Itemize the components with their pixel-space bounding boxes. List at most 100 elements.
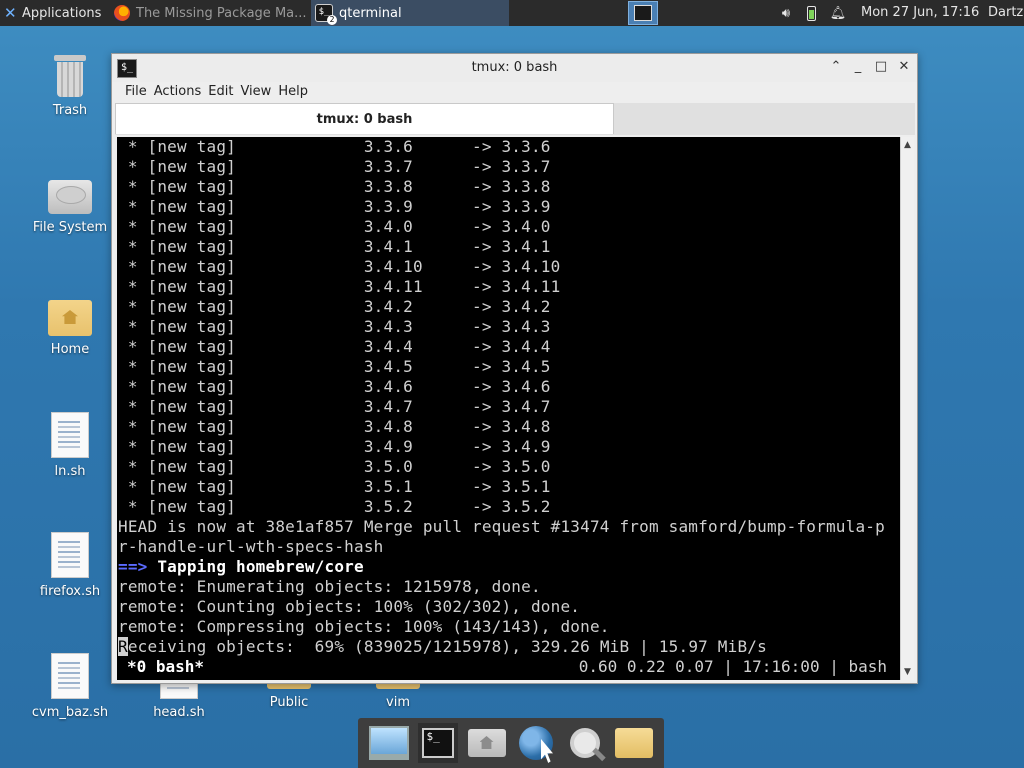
xfce-logo-icon: ✕ [4,4,17,22]
trash-icon [54,55,86,97]
maximize-button[interactable]: □ [872,58,890,76]
terminal-line: * [new tag] 3.5.0 -> 3.5.0 [118,457,551,476]
desktop-icon-label: Home [50,342,90,357]
workspace-switcher[interactable] [628,1,658,25]
scroll-up-arrow-icon[interactable]: ▲ [901,138,914,152]
taskbar-item-firefox[interactable]: The Missing Package Ma... [110,0,310,26]
close-button[interactable]: ✕ [895,58,913,76]
dock-search[interactable] [565,723,605,763]
terminal-line: ==> Tapping homebrew/core [118,557,885,577]
desktop-icon-home[interactable]: Home [20,300,120,357]
terminal-line: remote: Compressing objects: 100% (143/1… [118,617,610,636]
home-folder-icon [48,300,92,336]
desktop-icon-label: Trash [52,103,88,118]
desktop-icon-label: ln.sh [54,464,86,479]
terminal-line: HEAD is now at 38e1af857 Merge pull requ… [118,517,885,536]
desktop-icon-file-system[interactable]: File System [20,180,120,235]
terminal-line: * [new tag] 3.4.1 -> 3.4.1 [118,237,551,256]
file-manager-icon [614,728,653,758]
menu-bar: File Actions Edit View Help [112,82,917,104]
task-label: qterminal [339,5,402,21]
terminal-lines: * [new tag] 3.3.6 -> 3.3.6 * [new tag] 3… [118,137,885,657]
dock: $_ [358,718,664,768]
applications-menu[interactable]: ✕ Applications [0,0,108,26]
terminal-line: * [new tag] 3.5.2 -> 3.5.2 [118,497,551,516]
terminal-line: * [new tag] 3.4.9 -> 3.4.9 [118,437,551,456]
terminal-line: * [new tag] 3.4.2 -> 3.4.2 [118,297,551,316]
firefox-icon [114,5,130,21]
terminal-icon: $_ [421,728,454,758]
search-icon [569,728,600,758]
dock-workspaces[interactable] [368,723,409,763]
vertical-scrollbar[interactable]: ▲ ▼ [900,137,914,680]
terminal-line: * [new tag] 3.4.4 -> 3.4.4 [118,337,551,356]
dock-web-browser[interactable] [516,723,556,763]
script-file-icon [51,653,89,699]
dock-home[interactable] [467,723,507,763]
terminal-line: * [new tag] 3.4.10 -> 3.4.10 [118,257,561,276]
desktop-icon-label: Public [269,695,309,710]
top-panel: ✕ Applications The Missing Package Ma...… [0,0,1024,26]
menu-file[interactable]: File [112,82,154,104]
terminal-line: * [new tag] 3.4.7 -> 3.4.7 [118,397,551,416]
terminal-line: * [new tag] 3.3.7 -> 3.3.7 [118,157,551,176]
minimize-button[interactable]: _ [849,58,867,76]
volume-icon[interactable]: 🔊︎ [776,0,796,26]
tmux-status-right: 0.60 0.22 0.07 | 17:16:00 | bash [578,657,887,676]
workspaces-icon [368,726,409,760]
terminal-icon: $_ 2 [315,4,337,25]
terminal-line: remote: Counting objects: 100% (302/302)… [118,597,581,616]
battery-icon[interactable] [803,0,819,26]
terminal-line: * [new tag] 3.5.1 -> 3.5.1 [118,477,551,496]
desktop-icon-label: cvm_baz.sh [31,705,109,720]
menu-actions[interactable]: Actions [154,82,209,104]
brew-heading: Tapping homebrew/core [147,557,364,576]
menu-view[interactable]: View [240,82,278,104]
dock-terminal[interactable]: $_ [417,723,458,763]
hard-drive-icon [48,180,92,214]
terminal-line: r-handle-url-wth-specs-hash [118,537,384,556]
terminal-line: * [new tag] 3.3.8 -> 3.3.8 [118,177,551,196]
window-count-badge: 2 [327,15,337,25]
terminal-line: * [new tag] 3.4.11 -> 3.4.11 [118,277,561,296]
notification-bell-icon[interactable]: 🔔︎ [829,0,847,26]
terminal-line: * [new tag] 3.4.0 -> 3.4.0 [118,217,551,236]
receiving-progress-text: eceiving objects: 69% (839025/1215978), … [127,637,767,656]
desktop-icon-label: head.sh [153,705,205,720]
terminal-output[interactable]: * [new tag] 3.3.6 -> 3.3.6 * [new tag] 3… [117,137,900,680]
clock[interactable]: Mon 27 Jun, 17:16 [861,0,979,26]
terminal-line: * [new tag] 3.4.6 -> 3.4.6 [118,377,551,396]
terminal-line: * [new tag] 3.4.5 -> 3.4.5 [118,357,551,376]
menu-help[interactable]: Help [278,82,315,104]
tab-bar: tmux: 0 bash [115,103,915,135]
desktop-icon-cvm-baz-sh[interactable]: cvm_baz.sh [20,653,120,720]
terminal-cursor: R [118,637,128,656]
dock-file-manager[interactable] [614,723,654,763]
terminal-line: remote: Enumerating objects: 1215978, do… [118,577,541,596]
desktop-icon-label: File System [32,220,108,235]
applications-label: Applications [22,5,102,21]
shade-button[interactable]: ⌃ [827,58,845,76]
menu-edit[interactable]: Edit [208,82,240,104]
tmux-status-bar: *0 bash* 0.60 0.22 0.07 | 17:16:00 | bas… [117,657,900,677]
window-titlebar[interactable]: $_ tmux: 0 bash ⌃ _ □ ✕ [112,54,917,82]
terminal-window[interactable]: $_ tmux: 0 bash ⌃ _ □ ✕ File Actions Edi… [111,53,918,684]
desktop-icon-trash[interactable]: Trash [20,55,120,118]
terminal-line: * [new tag] 3.4.8 -> 3.4.8 [118,417,551,436]
tmux-window-list: *0 bash* [127,657,205,676]
scroll-down-arrow-icon[interactable]: ▼ [901,665,914,679]
brew-arrow: ==> [118,557,148,576]
desktop-icon-firefox-sh[interactable]: firefox.sh [20,532,120,599]
desktop-icon-label: firefox.sh [39,584,101,599]
desktop-icon-ln-sh[interactable]: ln.sh [20,412,120,479]
user-menu[interactable]: Dartz [988,0,1023,26]
terminal-line: * [new tag] 3.3.6 -> 3.3.6 [118,137,551,156]
home-folder-icon [467,729,506,757]
script-file-icon [51,412,89,458]
tab-tmux-bash[interactable]: tmux: 0 bash [115,103,614,134]
terminal-line: * [new tag] 3.4.3 -> 3.4.3 [118,317,551,336]
script-file-icon [51,532,89,578]
workspace-preview [634,5,652,21]
taskbar-item-qterminal[interactable]: $_ 2 qterminal [311,0,509,26]
terminal-line: * [new tag] 3.3.9 -> 3.3.9 [118,197,551,216]
